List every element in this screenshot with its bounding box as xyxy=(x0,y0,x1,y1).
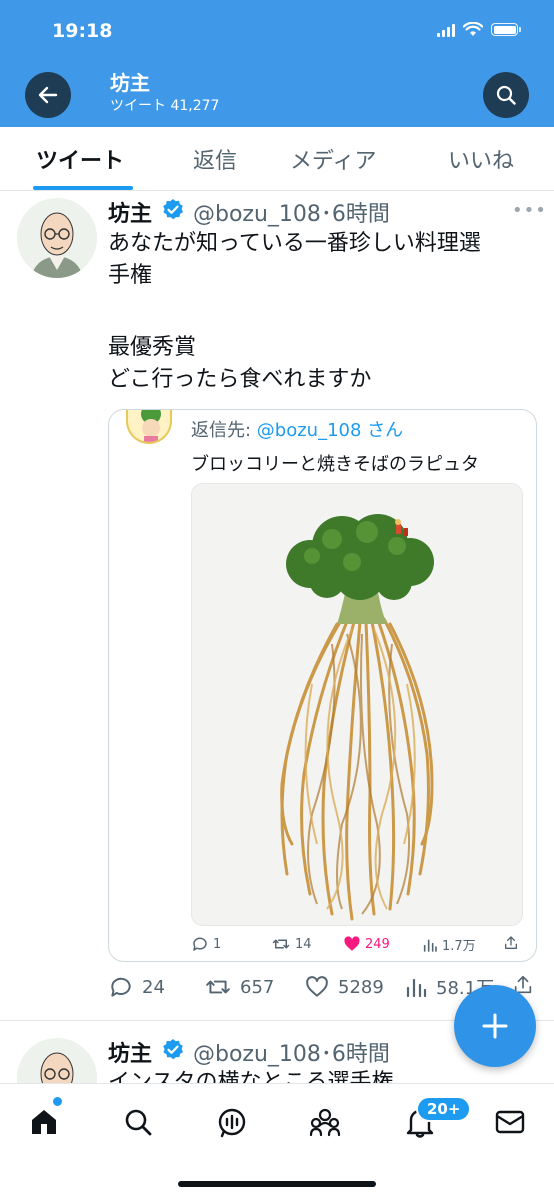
broccoli-yakisoba-photo[interactable] xyxy=(191,483,523,926)
like-button[interactable]: 5289 xyxy=(304,974,384,1000)
quoted-reply-button[interactable]: 1 xyxy=(191,935,221,953)
retweet-count: 657 xyxy=(240,976,275,998)
tweet-text-line: あなたが知っている一番珍しい料理選 xyxy=(108,231,481,256)
quoted-reply-count: 1 xyxy=(213,936,222,952)
reply-to-handle[interactable]: @bozu_108 xyxy=(257,420,362,441)
reply-to-label: 返信先: @bozu_108 さん xyxy=(191,420,404,441)
nav-search[interactable] xyxy=(118,1102,158,1142)
share-icon xyxy=(505,936,517,949)
back-button[interactable] xyxy=(25,72,71,118)
views-icon xyxy=(423,939,437,952)
tab-media[interactable]: メディア xyxy=(290,143,376,175)
tweet-text-line: どこ行ったら食べれますか xyxy=(108,367,372,392)
status-icons xyxy=(437,22,521,37)
search-icon xyxy=(125,1109,152,1136)
quoted-tweet-card[interactable]: 返信先: @bozu_108 さん ブロッコリーと焼きそばのラピュタ 1 14 … xyxy=(108,409,537,962)
quoted-like-count: 249 xyxy=(365,936,390,952)
quoted-avatar xyxy=(126,410,172,444)
tweet-text-line: 最優秀賞 xyxy=(108,335,197,360)
quoted-like-button[interactable]: 249 xyxy=(343,935,390,953)
notifications-badge: 20+ xyxy=(416,1096,472,1122)
tweet-text-line: 手権 xyxy=(108,263,153,288)
nav-spaces[interactable] xyxy=(212,1102,252,1142)
quoted-tweet-text: ブロッコリーと焼きそばのラピュタ xyxy=(191,454,479,475)
views-icon xyxy=(406,978,427,998)
retweet-button[interactable]: 657 xyxy=(204,974,274,1000)
tab-likes[interactable]: いいね xyxy=(448,143,514,175)
cellular-signal-icon xyxy=(437,23,455,37)
quoted-share-button[interactable] xyxy=(503,935,519,951)
quoted-tweet-actions: 1 14 249 1.7万 xyxy=(191,935,531,959)
quoted-views-button[interactable]: 1.7万 xyxy=(422,935,476,954)
heart-filled-icon xyxy=(344,936,360,951)
retweet-icon xyxy=(206,980,230,994)
spaces-icon xyxy=(218,1108,246,1138)
arrow-left-icon xyxy=(38,86,58,104)
retweet-icon xyxy=(272,939,290,949)
compose-tweet-button[interactable] xyxy=(454,985,536,1067)
app-header: 19:18 坊主 ツイート 41,277 xyxy=(0,0,554,127)
reply-icon xyxy=(111,977,131,997)
search-button[interactable] xyxy=(483,72,529,118)
plus-icon xyxy=(482,1013,508,1039)
home-indicator xyxy=(178,1181,376,1187)
battery-icon xyxy=(491,23,521,36)
quoted-views-count: 1.7万 xyxy=(442,939,476,954)
reply-icon xyxy=(193,937,207,951)
more-icon[interactable]: ••• xyxy=(512,200,547,221)
tab-tweets[interactable]: ツイート xyxy=(36,143,124,175)
wifi-icon xyxy=(463,22,483,36)
tweet-handle-time: @bozu_108･6時間 xyxy=(193,202,390,227)
verified-badge-icon xyxy=(163,1039,183,1060)
home-icon xyxy=(32,1110,56,1134)
communities-icon xyxy=(309,1108,341,1137)
nav-communities[interactable] xyxy=(305,1102,345,1142)
profile-title: 坊主 xyxy=(110,71,150,95)
quoted-retweet-button[interactable]: 14 xyxy=(271,935,312,953)
search-icon xyxy=(496,85,516,105)
mail-icon xyxy=(495,1110,525,1134)
reply-count: 24 xyxy=(142,976,165,998)
heart-icon xyxy=(306,976,328,997)
home-new-indicator xyxy=(53,1097,62,1106)
active-tab-indicator xyxy=(33,186,133,190)
nav-home[interactable] xyxy=(24,1102,64,1142)
tweet-author-name[interactable]: 坊主 xyxy=(108,196,152,228)
tab-replies[interactable]: 返信 xyxy=(193,143,237,175)
verified-badge-icon xyxy=(163,199,183,220)
status-time: 19:18 xyxy=(52,20,113,42)
avatar[interactable] xyxy=(17,198,97,278)
like-count: 5289 xyxy=(338,976,384,998)
nav-messages[interactable] xyxy=(490,1102,530,1142)
tweet-author-name[interactable]: 坊主 xyxy=(108,1036,152,1068)
quoted-retweet-count: 14 xyxy=(295,936,312,952)
reply-button[interactable]: 24 xyxy=(108,974,165,1000)
tweet-count: ツイート 41,277 xyxy=(110,98,220,114)
tweet-handle-time: @bozu_108･6時間 xyxy=(193,1042,390,1067)
profile-tabs: ツイート 返信 メディア いいね xyxy=(0,127,554,191)
